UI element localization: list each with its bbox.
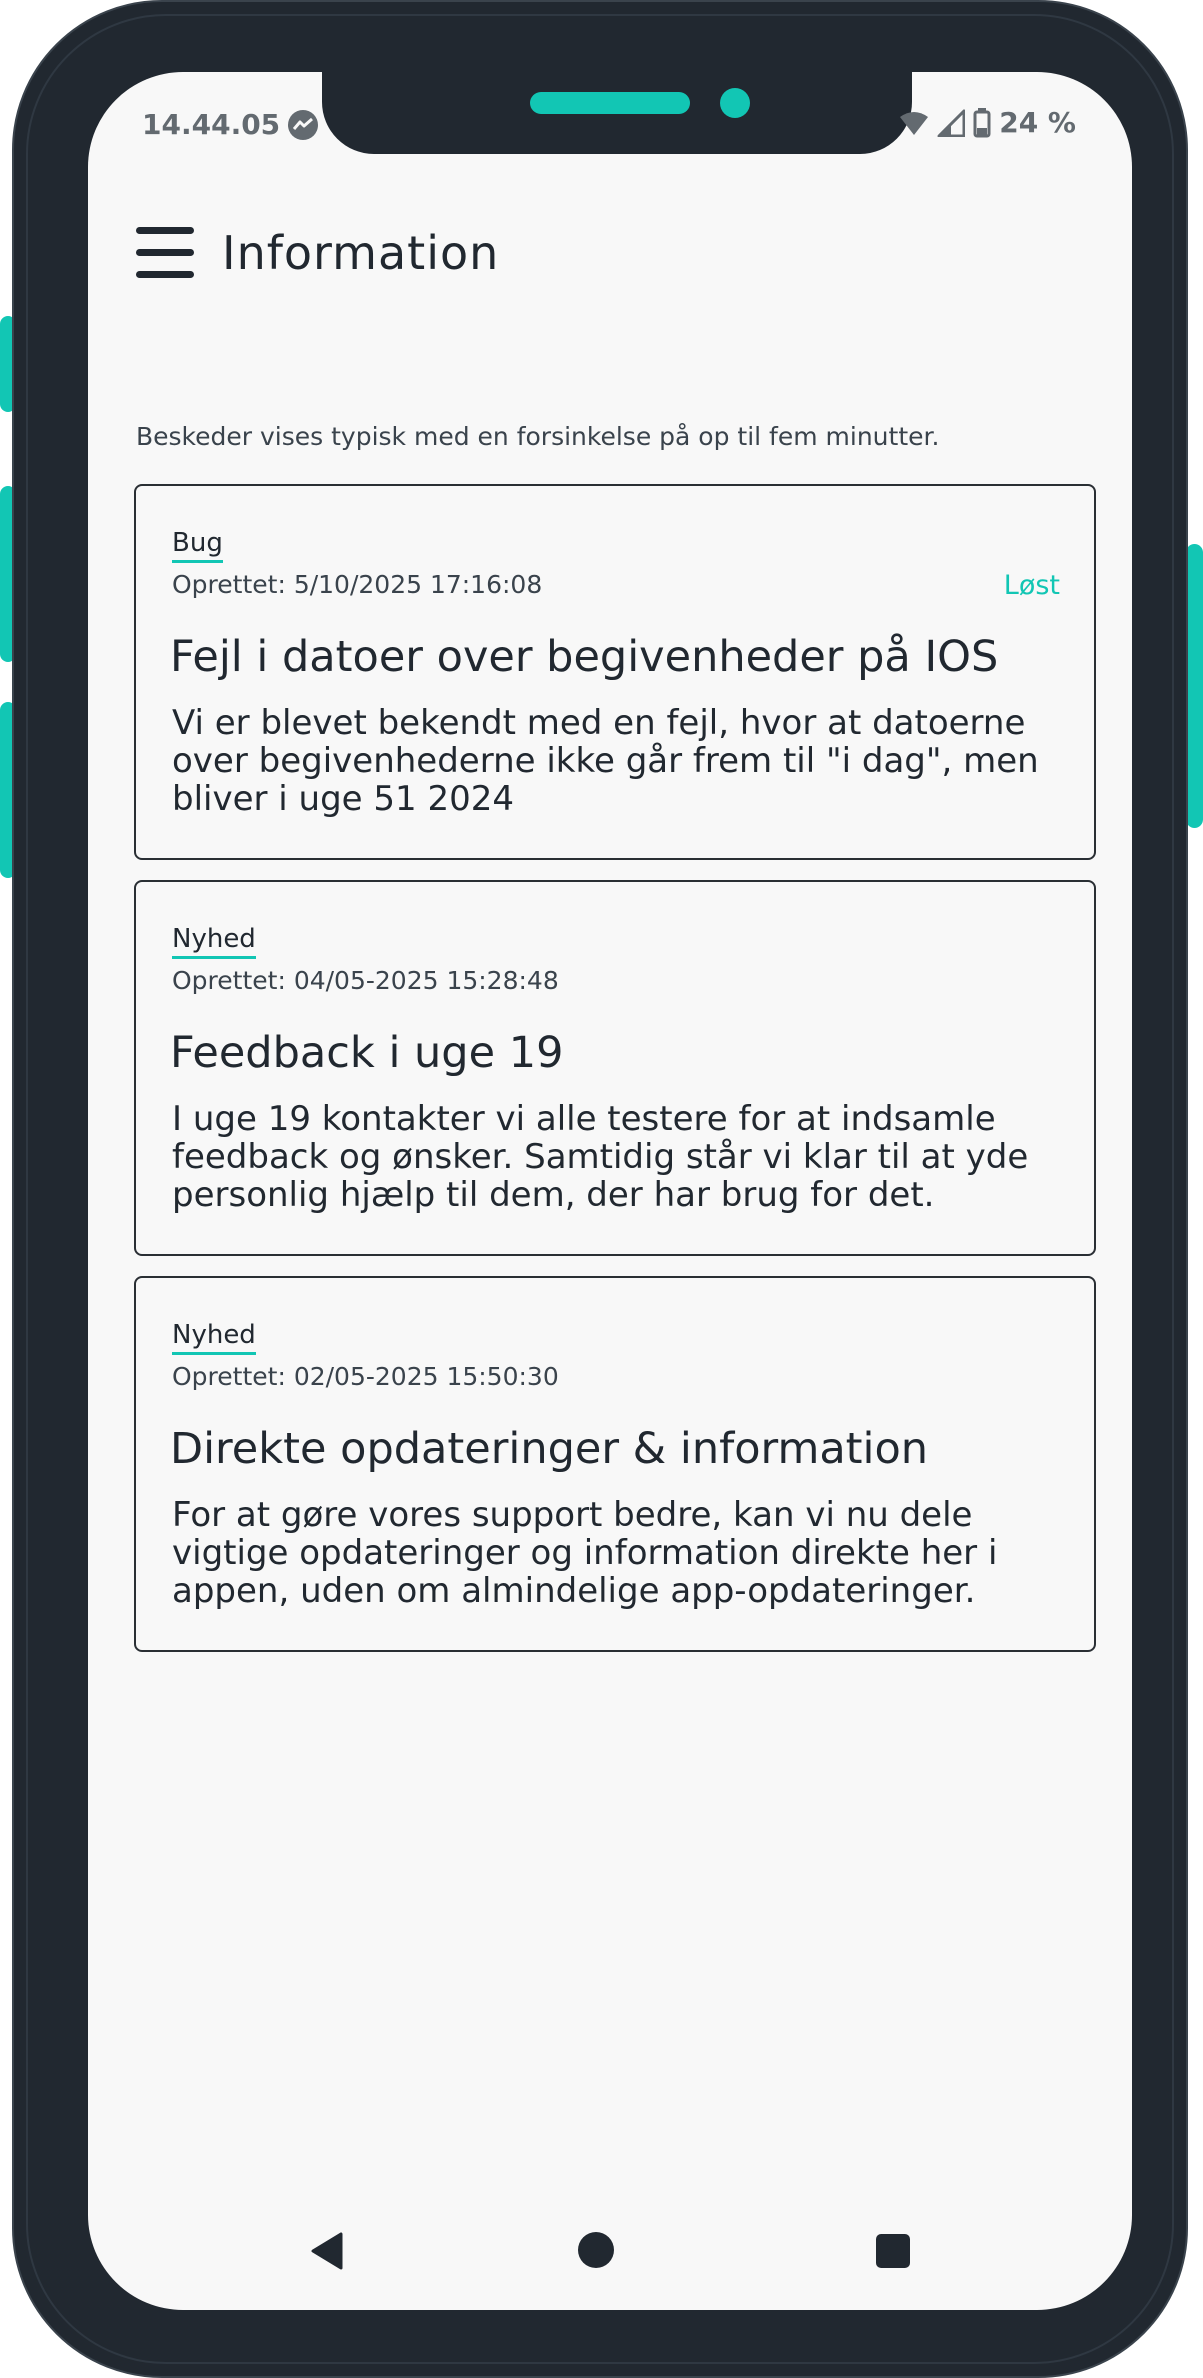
- message-card[interactable]: Nyhed Oprettet: 02/05-2025 15:50:30 Dire…: [134, 1276, 1096, 1652]
- notch: [322, 72, 912, 154]
- messenger-icon: [288, 110, 318, 140]
- phone-frame: 14.44.05 24 % Information Beskeder vises…: [12, 0, 1188, 2378]
- hamburger-menu-icon[interactable]: [136, 227, 198, 279]
- message-title: Direkte opdateringer & information: [170, 1424, 929, 1474]
- app-header: Information: [136, 226, 499, 280]
- back-icon[interactable]: [310, 2232, 344, 2270]
- power-button: [1186, 544, 1203, 828]
- delay-notice: Beskeder vises typisk med en forsinkelse…: [136, 422, 940, 451]
- message-created: Oprettet: 5/10/2025 17:16:08: [172, 570, 543, 599]
- message-category: Nyhed: [172, 924, 256, 959]
- message-created: Oprettet: 04/05-2025 15:28:48: [172, 966, 559, 995]
- screen: 14.44.05 24 % Information Beskeder vises…: [88, 72, 1132, 2310]
- recents-icon[interactable]: [876, 2234, 910, 2268]
- message-created: Oprettet: 02/05-2025 15:50:30: [172, 1362, 559, 1391]
- message-status-badge: Løst: [1003, 570, 1060, 601]
- message-card[interactable]: Nyhed Oprettet: 04/05-2025 15:28:48 Feed…: [134, 880, 1096, 1256]
- message-category: Bug: [172, 528, 223, 563]
- home-icon[interactable]: [578, 2232, 614, 2268]
- message-body: I uge 19 kontakter vi alle testere for a…: [172, 1099, 1029, 1215]
- message-card[interactable]: Bug Oprettet: 5/10/2025 17:16:08 Løst Fe…: [134, 484, 1096, 860]
- page-title: Information: [222, 226, 500, 280]
- status-time: 14.44.05: [142, 108, 281, 141]
- wifi-icon: [900, 111, 929, 135]
- message-body: For at gøre vores support bedre, kan vi …: [172, 1495, 998, 1611]
- battery-percent: 24 %: [999, 106, 1076, 139]
- battery-icon: [973, 107, 991, 137]
- speaker: [530, 92, 690, 114]
- message-body: Vi er blevet bekendt med en fejl, hvor a…: [172, 703, 1039, 819]
- message-title: Fejl i datoer over begivenheder på IOS: [170, 632, 999, 682]
- message-category: Nyhed: [172, 1320, 256, 1355]
- front-camera: [720, 88, 750, 118]
- signal-icon: [937, 109, 966, 137]
- message-title: Feedback i uge 19: [170, 1028, 564, 1078]
- status-icons: 24 %: [899, 106, 1076, 139]
